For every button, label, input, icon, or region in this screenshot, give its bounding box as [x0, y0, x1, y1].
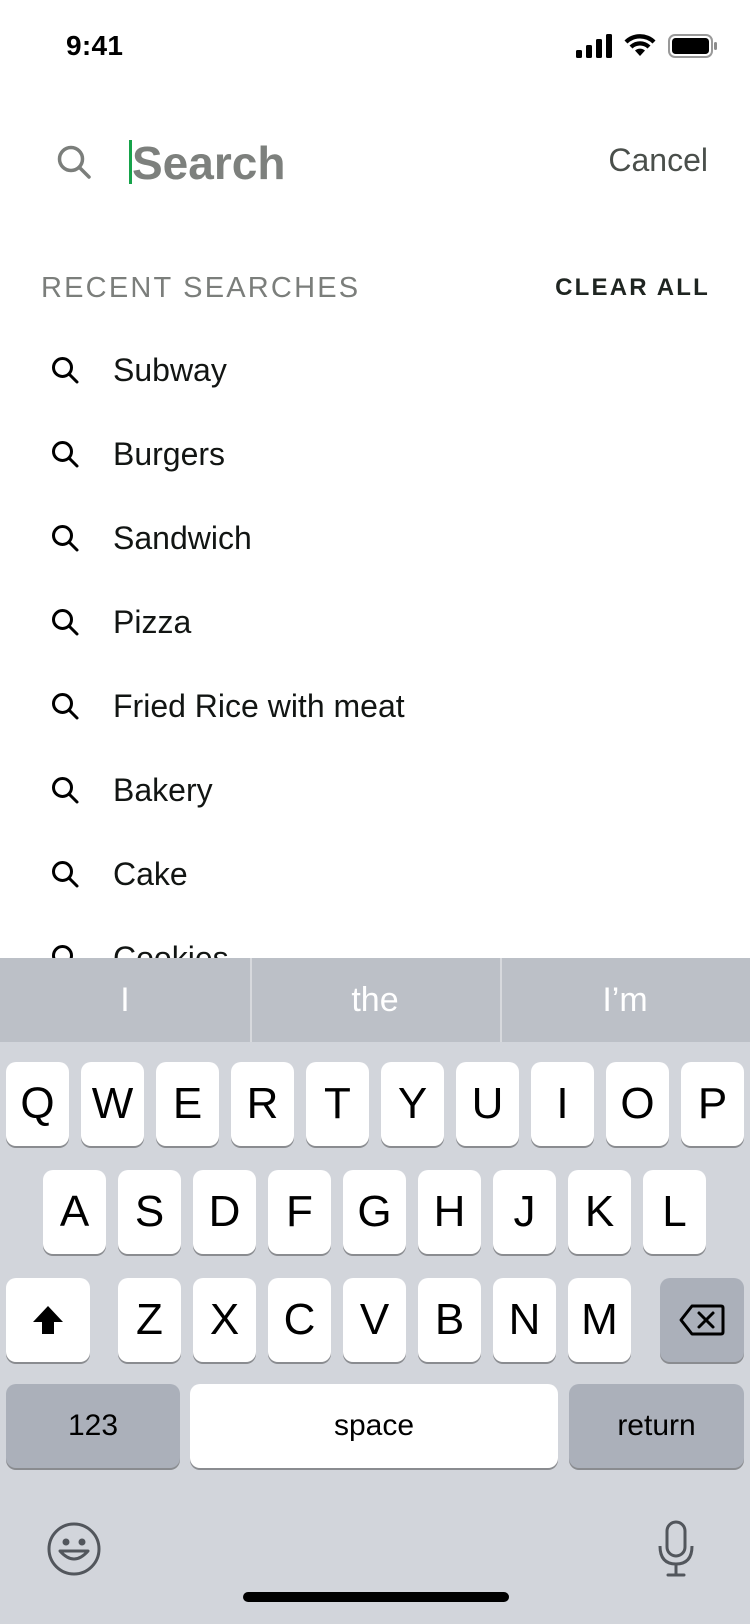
key-w[interactable]: W [81, 1062, 144, 1146]
key-u[interactable]: U [456, 1062, 519, 1146]
search-input[interactable] [132, 130, 552, 196]
key-j[interactable]: J [493, 1170, 556, 1254]
key-g[interactable]: G [343, 1170, 406, 1254]
keyboard: I the I’m Q W E R T Y U I O P A S D F G … [0, 958, 750, 1624]
key-o[interactable]: O [606, 1062, 669, 1146]
status-bar: 9:41 [0, 0, 750, 96]
key-z[interactable]: Z [118, 1278, 181, 1362]
recent-search-label: Bakery [113, 772, 213, 808]
recent-searches-title: RECENT SEARCHES [41, 272, 361, 304]
key-f[interactable]: F [268, 1170, 331, 1254]
battery-icon [668, 34, 717, 58]
search-icon [52, 861, 79, 888]
recent-search-item[interactable]: Pizza [0, 582, 750, 666]
search-icon [52, 441, 79, 468]
key-t[interactable]: T [306, 1062, 369, 1146]
key-v[interactable]: V [343, 1278, 406, 1362]
recent-search-label: Sandwich [113, 520, 252, 556]
recent-search-label: Subway [113, 352, 227, 388]
clear-all-button[interactable]: CLEAR ALL [555, 274, 710, 302]
key-r[interactable]: R [231, 1062, 294, 1146]
search-icon [52, 357, 79, 384]
key-b[interactable]: B [418, 1278, 481, 1362]
key-l[interactable]: L [643, 1170, 706, 1254]
search-icon [52, 525, 79, 552]
recent-search-item[interactable]: Burgers [0, 414, 750, 498]
key-a[interactable]: A [43, 1170, 106, 1254]
recent-search-item[interactable]: Bakery [0, 750, 750, 834]
search-icon [52, 609, 79, 636]
search-icon [52, 777, 79, 804]
key-p[interactable]: P [681, 1062, 744, 1146]
key-s[interactable]: S [118, 1170, 181, 1254]
key-e[interactable]: E [156, 1062, 219, 1146]
key-x[interactable]: X [193, 1278, 256, 1362]
key-y[interactable]: Y [381, 1062, 444, 1146]
key-m[interactable]: M [568, 1278, 631, 1362]
recent-searches-header: RECENT SEARCHES CLEAR ALL [0, 268, 750, 312]
recent-search-label: Burgers [113, 436, 226, 472]
numbers-key[interactable]: 123 [6, 1384, 180, 1468]
key-c[interactable]: C [268, 1278, 331, 1362]
shift-key[interactable] [6, 1278, 90, 1362]
recent-search-label: Cookies [113, 940, 229, 958]
cancel-button[interactable]: Cancel [608, 142, 708, 179]
recent-search-item[interactable]: Subway [0, 330, 750, 414]
key-h[interactable]: H [418, 1170, 481, 1254]
search-header: Cancel [0, 120, 750, 210]
suggestion[interactable]: I [0, 958, 250, 1042]
key-k[interactable]: K [568, 1170, 631, 1254]
wifi-icon [624, 34, 656, 56]
emoji-icon[interactable] [46, 1521, 102, 1577]
suggestion[interactable]: I’m [500, 958, 750, 1042]
search-icon [57, 145, 91, 179]
key-n[interactable]: N [493, 1278, 556, 1362]
search-icon [52, 693, 79, 720]
shift-icon [33, 1306, 63, 1334]
status-icons [576, 34, 718, 58]
recent-search-label: Pizza [113, 604, 192, 640]
predictive-bar: I the I’m [0, 958, 750, 1042]
recent-search-item[interactable]: Fried Rice with meat [0, 666, 750, 750]
recent-search-item[interactable]: Cookies [0, 918, 750, 958]
return-key[interactable]: return [569, 1384, 744, 1468]
key-d[interactable]: D [193, 1170, 256, 1254]
microphone-icon[interactable] [656, 1520, 696, 1578]
space-key[interactable]: space [190, 1384, 558, 1468]
cellular-signal-icon [576, 34, 612, 58]
recent-search-item[interactable]: Sandwich [0, 498, 750, 582]
backspace-key[interactable] [660, 1278, 744, 1362]
suggestion[interactable]: the [250, 958, 500, 1042]
recent-search-label: Cake [113, 856, 188, 892]
search-icon [52, 945, 73, 958]
home-indicator [243, 1592, 509, 1602]
key-i[interactable]: I [531, 1062, 594, 1146]
key-q[interactable]: Q [6, 1062, 69, 1146]
recent-search-item[interactable]: Cake [0, 834, 750, 918]
recent-search-label: Fried Rice with meat [113, 688, 405, 724]
status-time: 9:41 [66, 30, 124, 61]
backspace-icon [679, 1304, 725, 1336]
recent-searches-list: Subway Burgers Sandwich Pizza Fried Rice… [0, 330, 750, 958]
